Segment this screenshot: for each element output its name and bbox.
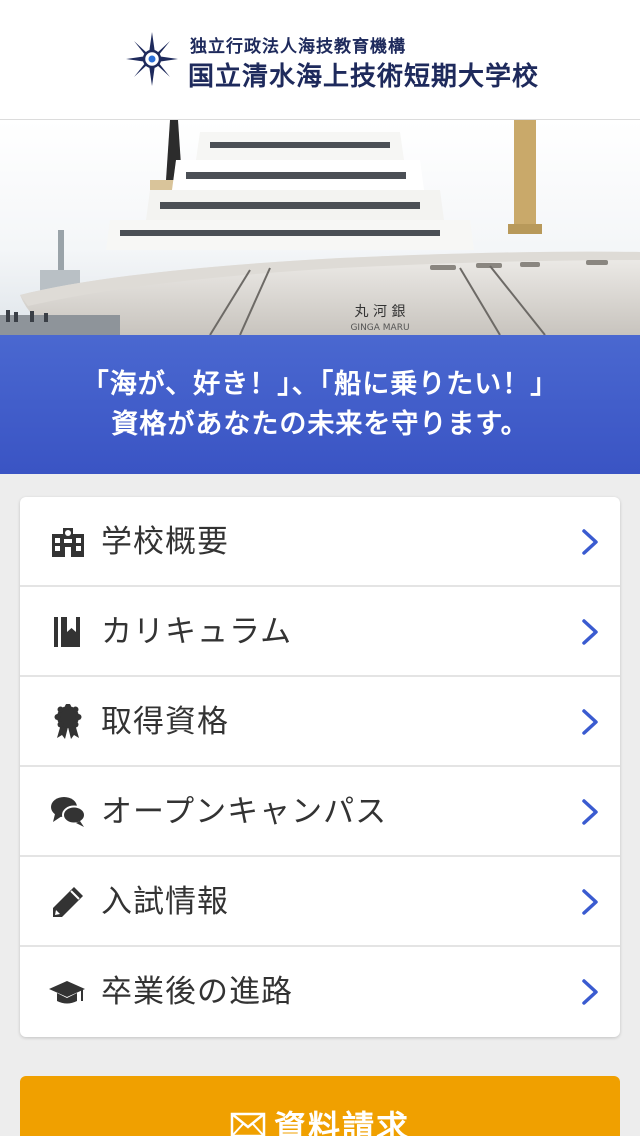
chevron-right-icon [582, 889, 598, 915]
book-icon [54, 617, 80, 647]
chevron-right-icon [582, 979, 598, 1005]
school-name[interactable]: 国立清水海上技術短期大学校 [188, 56, 539, 93]
menu-label: 卒業後の進路 [101, 974, 293, 1010]
menu-item-qualifications[interactable]: 取得資格 [20, 677, 620, 767]
award-badge-icon [54, 704, 82, 739]
tagline-line-2: 資格があなたの未来を守ります。 [111, 409, 529, 440]
menu-label: カリキュラム [101, 614, 293, 650]
ship-name-kanji: 丸 河 銀 [355, 304, 406, 320]
chevron-right-icon [582, 619, 598, 645]
tagline-line-1: 「海が、好き！」、「船に乗りたい！」 [81, 369, 559, 400]
school-building-icon [52, 528, 84, 557]
site-header: 独立行政法人海技教育機構 国立清水海上技術短期大学校 [0, 0, 640, 120]
menu-label: 入試情報 [101, 884, 229, 920]
hero-ship-image: 丸 河 銀 GINGA MARU [0, 120, 640, 335]
chevron-right-icon [582, 529, 598, 555]
menu-item-open-campus[interactable]: オープンキャンパス [20, 767, 620, 857]
menu-item-curriculum[interactable]: カリキュラム [20, 587, 620, 677]
org-name: 独立行政法人海技教育機構 [190, 37, 406, 57]
pencil-icon [53, 887, 83, 917]
menu-label: 取得資格 [101, 704, 229, 740]
request-materials-label: 資料請求 [273, 1108, 410, 1136]
menu-item-admissions[interactable]: 入試情報 [20, 857, 620, 947]
graduation-cap-icon [49, 981, 85, 1004]
chevron-right-icon [582, 799, 598, 825]
menu-label: 学校概要 [101, 524, 229, 560]
chevron-right-icon [582, 709, 598, 735]
chat-bubbles-icon [51, 797, 86, 827]
menu-label: オープンキャンパス [101, 794, 388, 830]
envelope-icon [230, 1112, 266, 1136]
school-logo-icon[interactable] [126, 32, 178, 86]
main-menu: 学校概要 カリキュラム 取得資格 オープンキャンパス 入試情報 卒業後の進路 [20, 497, 620, 1037]
request-materials-button[interactable]: 資料請求 [20, 1076, 620, 1136]
menu-item-career-paths[interactable]: 卒業後の進路 [20, 947, 620, 1037]
ship-name-romaji: GINGA MARU [350, 323, 409, 333]
tagline-banner: 「海が、好き！」、「船に乗りたい！」 資格があなたの未来を守ります。 [0, 335, 640, 474]
menu-item-school-overview[interactable]: 学校概要 [20, 497, 620, 587]
